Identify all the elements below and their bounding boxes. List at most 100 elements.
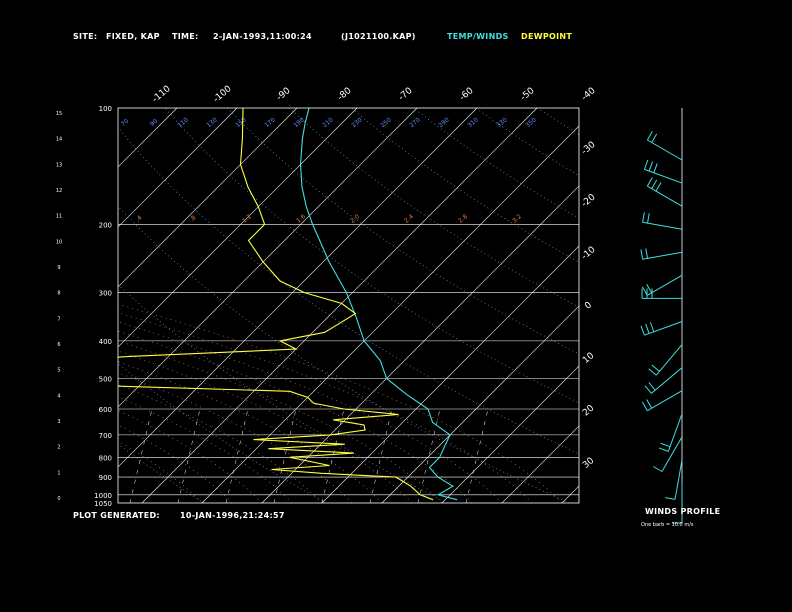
mixing-ratio-line	[321, 408, 345, 503]
pressure-tick-label: 400	[99, 338, 112, 346]
wind-barb-feather	[651, 133, 658, 143]
isotherm-line	[118, 108, 358, 348]
top-temperature-tick-label: -90	[275, 86, 293, 103]
mixing-ratio-line	[129, 408, 153, 503]
isotherm-line	[441, 365, 579, 503]
potential-temperature-label: 170	[263, 116, 276, 129]
potential-temperature-label: 210	[321, 116, 334, 129]
mixing-ratio-label: 1.2	[241, 213, 253, 225]
wind-barb-feather	[651, 364, 660, 372]
potential-temperature-label: 230	[350, 116, 363, 129]
right-temperature-tick-label: -30	[580, 140, 598, 157]
mixing-ratio-label: 3.2	[511, 213, 523, 225]
wind-barb	[648, 344, 683, 376]
wind-barb-feather	[644, 385, 652, 394]
pressure-tick-label: 300	[99, 290, 112, 298]
wind-barb-feather	[658, 447, 669, 452]
dry-adiabat-line	[724, 108, 792, 503]
wind-barb-feather	[648, 368, 657, 376]
wind-barb	[642, 212, 683, 230]
moist-adiabat-line	[118, 350, 413, 503]
wind-barb-feather	[640, 249, 644, 260]
dry-adiabat-line	[600, 108, 792, 503]
wind-barb-shaft	[644, 321, 683, 336]
wind-barb	[646, 131, 683, 161]
potential-temperature-label: 290	[437, 116, 450, 129]
dry-adiabat-line	[662, 108, 792, 503]
height-tick-label: 2	[57, 445, 60, 451]
isotherm-line	[381, 305, 579, 503]
wind-barb-feather	[643, 159, 649, 170]
moist-adiabat-line	[118, 312, 533, 503]
pressure-tick-label: 500	[99, 375, 112, 383]
top-temperature-tick-label: -40	[580, 86, 598, 103]
height-tick-label: 15	[56, 111, 62, 117]
isotherm-line	[622, 108, 792, 503]
wind-barb	[646, 177, 683, 207]
wind-barb	[653, 436, 683, 472]
plot-border	[117, 107, 580, 504]
wind-barb	[643, 159, 683, 184]
potential-temperature-label: 110	[176, 116, 189, 129]
wind-barb-feather	[642, 212, 645, 223]
barb-note: One barb = 10.0 m/s	[641, 522, 694, 528]
wind-barb-shaft	[667, 413, 683, 452]
wind-barb	[644, 367, 683, 394]
top-temperature-tick-label: -50	[519, 86, 537, 103]
wind-barb-feather	[645, 323, 650, 334]
right-temperature-tick-label: -10	[580, 245, 598, 262]
dry-adiabat-line	[118, 126, 579, 455]
height-tick-label: 13	[56, 162, 62, 168]
pressure-tick-label: 1000	[94, 492, 112, 500]
skewt-diagram: 70 90 110 130 150 170 190 210 230 250 270 290 310 330…	[0, 84, 792, 524]
potential-temperature-label: 150	[234, 116, 247, 129]
mixing-ratio-line	[369, 408, 393, 503]
dry-adiabat-line	[118, 284, 448, 503]
wind-barb-shaft	[651, 367, 683, 394]
potential-temperature-label: 90	[149, 118, 159, 128]
wind-barb-feather	[655, 182, 662, 192]
wind-barb	[641, 288, 682, 299]
pressure-tick-label: 800	[99, 454, 112, 462]
wind-barb-feather	[647, 213, 650, 224]
isotherm-line	[561, 485, 579, 503]
height-tick-label: 11	[56, 214, 62, 220]
wind-barb	[640, 321, 683, 336]
wind-barb	[665, 459, 683, 500]
wind-barb	[641, 390, 683, 412]
isotherm-line	[118, 108, 478, 468]
height-tick-label: 10	[56, 239, 62, 245]
right-temperature-tick-label: -20	[580, 192, 598, 209]
wind-barb	[641, 274, 683, 296]
wind-barb-feather	[641, 401, 648, 411]
pressure-tick-label: 100	[99, 105, 112, 113]
dry-adiabat-line	[118, 363, 327, 503]
height-tick-label: 5	[57, 368, 60, 374]
right-temperature-tick-label: 30	[581, 456, 596, 471]
isotherm-line	[321, 245, 579, 503]
mixing-ratio-line	[465, 408, 489, 503]
potential-temperature-label: 130	[205, 116, 218, 129]
wind-barb-feather	[660, 442, 671, 448]
top-temperature-tick-label: -60	[458, 86, 476, 103]
wind-barb	[640, 248, 683, 260]
wind-barb-feather	[651, 179, 658, 189]
isotherm-line	[118, 108, 178, 168]
moist-adiabat-line	[118, 396, 293, 503]
dry-adiabat-line	[475, 108, 579, 177]
wind-barb-shaft	[642, 221, 683, 230]
potential-temperature-label: 310	[466, 116, 479, 129]
dry-adiabat-line	[786, 108, 792, 503]
isotherm-line	[0, 108, 57, 503]
wind-barb	[658, 413, 683, 452]
wind-barb-feather	[653, 466, 663, 472]
wind-barb-shaft	[647, 185, 683, 207]
plot-generated-label: PLOT GENERATED:	[73, 511, 160, 520]
moist-adiabat-line	[118, 340, 443, 503]
isotherm-line	[118, 108, 418, 408]
right-temperature-tick-label: 20	[581, 403, 596, 418]
mixing-ratio-label: .4	[135, 214, 144, 223]
pressure-tick-label: 900	[99, 474, 112, 482]
right-temperature-tick-label: 0	[583, 300, 594, 312]
right-temperature-tick-label: 10	[581, 351, 596, 366]
